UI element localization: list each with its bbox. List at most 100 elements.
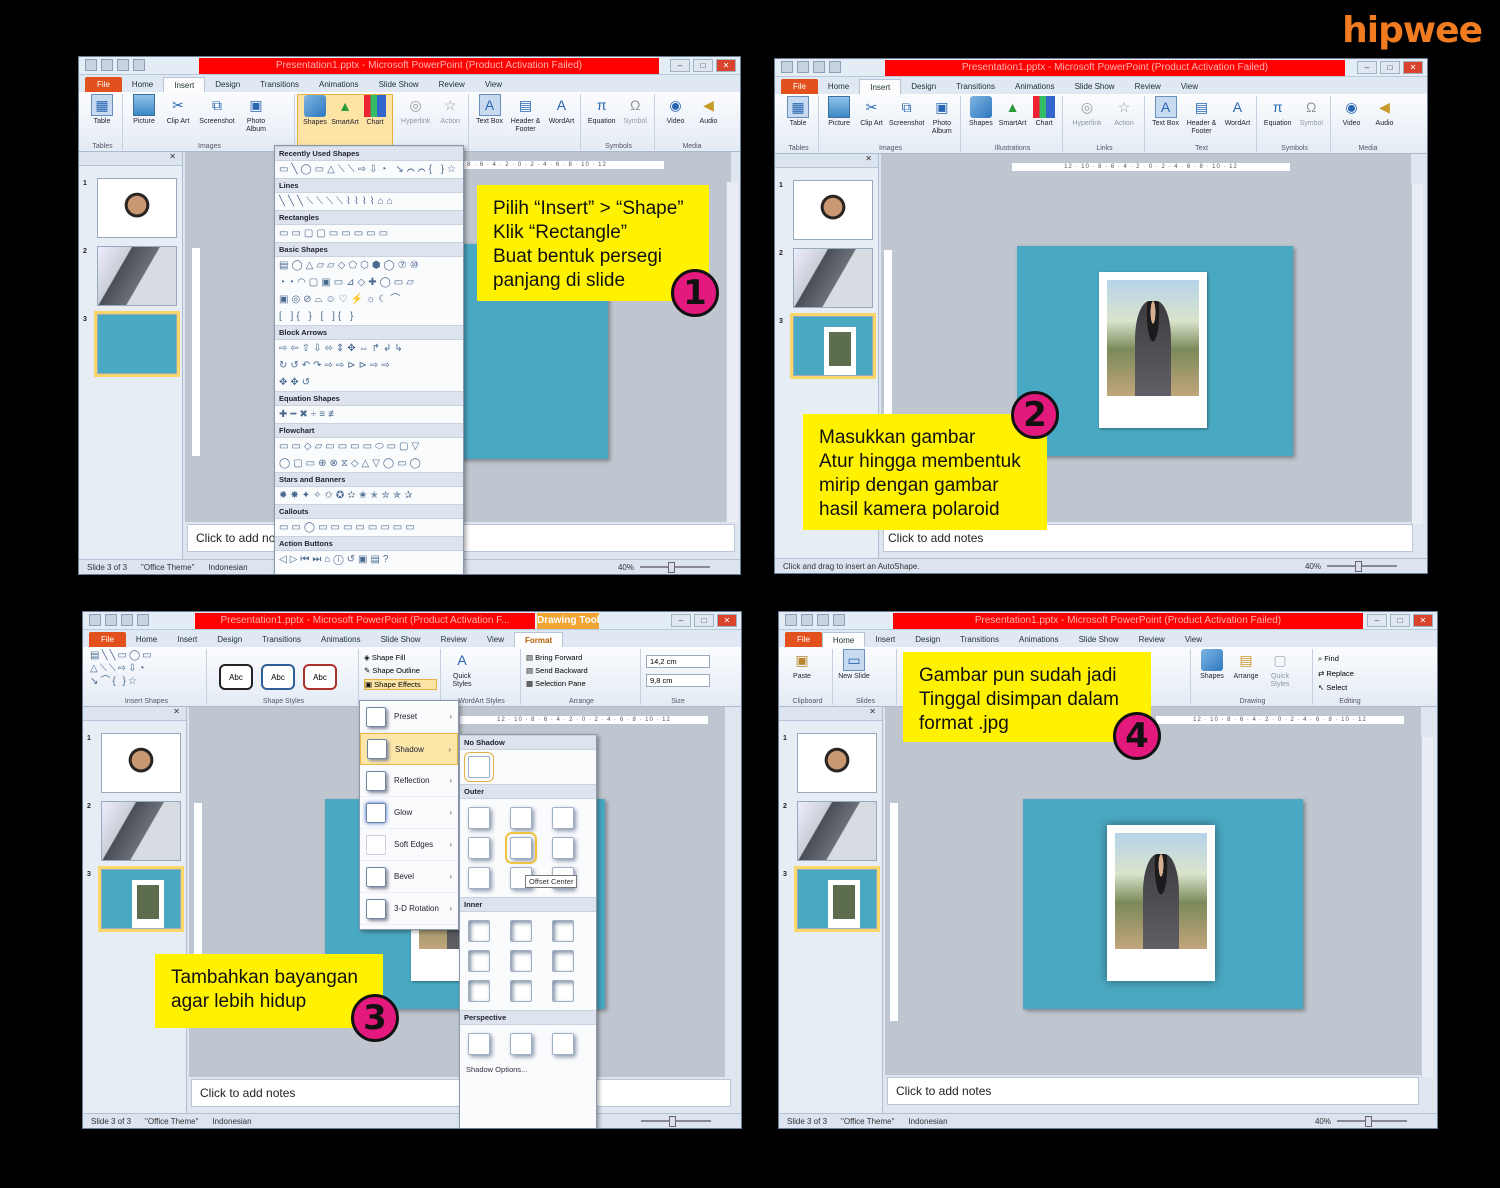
symbol-button[interactable]: Ω Symbol — [1296, 96, 1328, 152]
tab-view[interactable]: View — [1175, 632, 1212, 647]
quick-access-toolbar[interactable] — [89, 614, 149, 626]
quick-access-toolbar[interactable] — [785, 614, 845, 626]
photo[interactable] — [1115, 833, 1207, 949]
photo-album-button[interactable]: ▣ Photo Album — [927, 96, 957, 152]
shadow-option[interactable] — [468, 807, 490, 829]
tab-file[interactable]: File — [781, 79, 818, 94]
polaroid-frame[interactable] — [1107, 825, 1215, 981]
shadow-option[interactable] — [468, 867, 490, 889]
tab-format[interactable]: Format — [514, 632, 564, 647]
picture-button[interactable]: Picture — [128, 94, 160, 150]
smartart-button[interactable]: ▲ SmartArt — [998, 96, 1028, 152]
video-button[interactable]: ◉ Video — [1336, 96, 1367, 152]
header-footer-button[interactable]: ▤ Header & Footer — [1183, 96, 1220, 152]
tab-file[interactable]: File — [85, 77, 122, 92]
effect-shadow[interactable]: Shadow › — [360, 733, 458, 765]
slide-canvas[interactable]: 12 · 10 · 8 · 6 · 4 · 2 · 0 · 2 · 4 · 6 … — [885, 707, 1421, 1075]
tab-animations[interactable]: Animations — [1009, 632, 1069, 647]
shadow-option[interactable] — [510, 807, 532, 829]
send-backward-button[interactable]: ▤ Send Backward — [526, 666, 637, 675]
zoom-slider[interactable] — [1327, 561, 1397, 572]
shape-fill-button[interactable]: ◈ Shape Fill — [364, 653, 437, 662]
effect-glow[interactable]: Glow › — [360, 797, 458, 829]
polaroid-frame[interactable] — [1099, 272, 1207, 428]
shadow-option[interactable] — [552, 1033, 574, 1055]
window-controls[interactable]: – □ ✕ — [1357, 61, 1423, 74]
shapes-button[interactable]: Shapes — [301, 95, 329, 149]
no-shadow-option[interactable] — [464, 752, 494, 782]
tab-design[interactable]: Design — [205, 77, 250, 92]
slide-thumbnail-3[interactable] — [97, 314, 177, 374]
effect-reflection[interactable]: Reflection › — [360, 765, 458, 797]
action-button[interactable]: ☆ Action — [435, 94, 465, 150]
effect-3d-rotation[interactable]: 3-D Rotation › — [360, 893, 458, 925]
find-button[interactable]: ⌕ Find — [1318, 654, 1382, 664]
video-button[interactable]: ◉ Video — [660, 94, 691, 150]
tab-home[interactable]: Home — [126, 632, 167, 647]
tab-slide-show[interactable]: Slide Show — [1069, 632, 1129, 647]
tab-insert[interactable]: Insert — [859, 79, 902, 94]
action-button[interactable]: ☆ Action — [1108, 96, 1140, 152]
photo-album-button[interactable]: ▣ Photo Album — [240, 94, 272, 150]
tab-insert[interactable]: Insert — [163, 77, 206, 92]
slide-thumbnail-3[interactable] — [793, 316, 873, 376]
shadow-option[interactable] — [468, 837, 490, 859]
tab-transitions[interactable]: Transitions — [252, 632, 311, 647]
shadow-option[interactable] — [552, 980, 574, 1002]
tab-review[interactable]: Review — [429, 77, 475, 92]
wordart-button[interactable]: A WordArt — [546, 94, 577, 150]
zoom-slider[interactable] — [641, 1116, 711, 1127]
table-button[interactable]: ▦ Table — [86, 94, 118, 150]
shape-style-1[interactable]: Abc — [219, 664, 253, 690]
tab-animations[interactable]: Animations — [311, 632, 371, 647]
slide-thumbnail-1[interactable] — [97, 178, 177, 238]
clip-art-button[interactable]: ✂ Clip Art — [162, 94, 194, 150]
tab-home[interactable]: Home — [122, 77, 163, 92]
table-button[interactable]: ▦ Table — [782, 96, 814, 152]
shadow-option[interactable] — [468, 950, 490, 972]
shadow-option[interactable] — [510, 950, 532, 972]
effect-preset[interactable]: Preset › — [360, 701, 458, 733]
tab-home[interactable]: Home — [821, 632, 866, 647]
clip-art-button[interactable]: ✂ Clip Art — [856, 96, 886, 152]
tab-review[interactable]: Review — [431, 632, 477, 647]
window-controls[interactable]: – □ ✕ — [670, 59, 736, 72]
tab-file[interactable]: File — [89, 632, 126, 647]
tab-home[interactable]: Home — [818, 79, 859, 94]
quick-styles-button[interactable]: ▢ Quick Styles — [1264, 649, 1296, 705]
zoom-slider[interactable] — [640, 562, 710, 573]
shapes-button[interactable]: Shapes — [1196, 649, 1228, 705]
vertical-scrollbar[interactable] — [726, 182, 738, 522]
tab-insert[interactable]: Insert — [167, 632, 207, 647]
slide[interactable] — [1017, 246, 1293, 456]
tab-view[interactable]: View — [1171, 79, 1208, 94]
effect-soft-edges[interactable]: Soft Edges › — [360, 829, 458, 861]
new-slide-button[interactable]: ▭ New Slide — [838, 649, 870, 705]
tab-view[interactable]: View — [477, 632, 514, 647]
screenshot-button[interactable]: ⧉ Screenshot — [196, 94, 238, 150]
slide-thumbnail-1[interactable] — [101, 733, 181, 793]
notes-pane[interactable]: Click to add notes — [887, 1077, 1419, 1105]
shadow-gallery[interactable]: No Shadow Outer Inner Perspective Shadow… — [459, 734, 597, 1128]
chart-button[interactable]: Chart — [1029, 96, 1059, 152]
slide-thumbnail-2[interactable] — [97, 246, 177, 306]
hyperlink-button[interactable]: ◎ Hyperlink — [398, 94, 433, 150]
shape-style-2[interactable]: Abc — [261, 664, 295, 690]
tab-insert[interactable]: Insert — [865, 632, 905, 647]
slide-thumbnail-1[interactable] — [797, 733, 877, 793]
effect-bevel[interactable]: Bevel › — [360, 861, 458, 893]
symbol-button[interactable]: Ω Symbol — [620, 94, 652, 150]
equation-button[interactable]: π Equation — [1262, 96, 1294, 152]
wordart-button[interactable]: A WordArt — [1222, 96, 1253, 152]
slide-thumbnail-1[interactable] — [793, 180, 873, 240]
shadow-option[interactable] — [510, 1033, 532, 1055]
shadow-option[interactable] — [510, 980, 532, 1002]
shadow-option[interactable] — [552, 920, 574, 942]
vertical-scrollbar[interactable] — [1421, 737, 1433, 1077]
tab-slide-show[interactable]: Slide Show — [371, 632, 431, 647]
shadow-option[interactable] — [468, 980, 490, 1002]
tab-transitions[interactable]: Transitions — [250, 77, 309, 92]
header-footer-button[interactable]: ▤ Header & Footer — [507, 94, 544, 150]
tab-animations[interactable]: Animations — [1005, 79, 1065, 94]
window-controls[interactable]: – □ ✕ — [1367, 614, 1433, 627]
